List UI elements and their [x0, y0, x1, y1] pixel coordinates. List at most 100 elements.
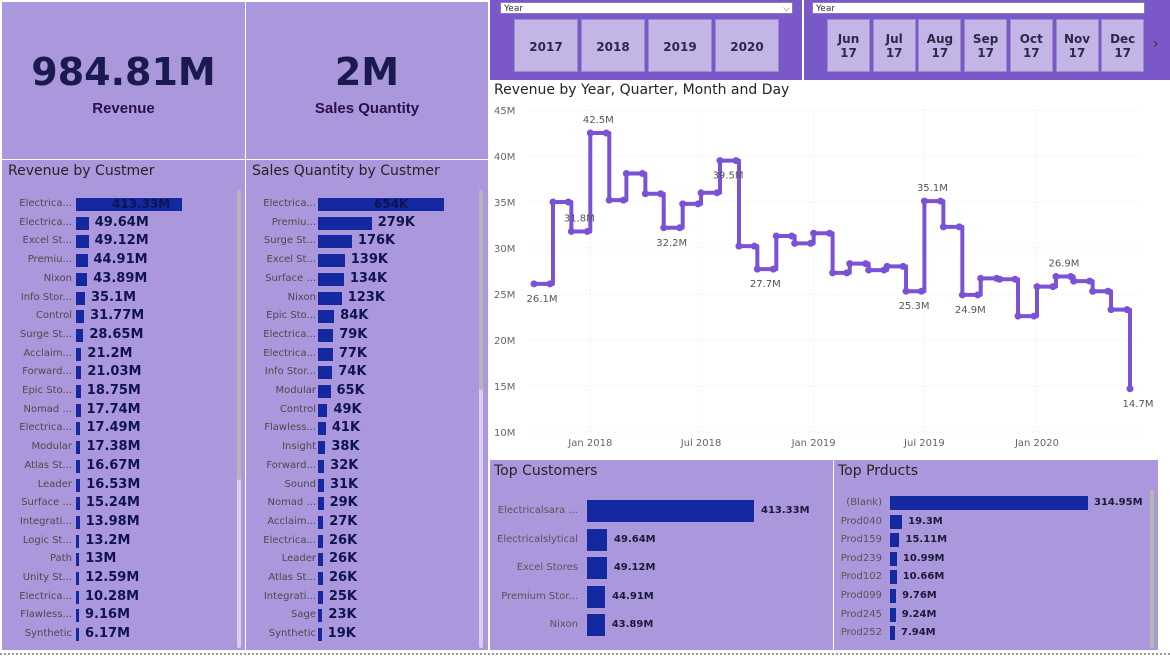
bar[interactable]	[890, 514, 903, 529]
slicer-dropdown[interactable]: Year ⌵	[500, 2, 793, 14]
bar-row[interactable]: Electrica... 77K	[246, 345, 476, 363]
bar-row[interactable]: Electrica... 26K	[246, 532, 476, 550]
bar-row[interactable]: Prod102 10.66M	[838, 569, 1143, 585]
bar[interactable]	[76, 441, 81, 455]
month-tile[interactable]: Jul 17	[872, 19, 916, 72]
bar-row[interactable]: Premiu... 279K	[246, 214, 476, 232]
bar[interactable]	[318, 403, 328, 417]
bar-row[interactable]: Premiu... 44.91M	[2, 251, 232, 269]
bar-row[interactable]: Synthetic 6.17M	[2, 625, 232, 643]
bar-row[interactable]: Excel Stores 49.12M	[490, 557, 833, 579]
bar[interactable]	[587, 557, 607, 579]
bar[interactable]	[890, 570, 897, 585]
bar[interactable]	[318, 254, 345, 268]
bar[interactable]	[318, 478, 324, 492]
bar[interactable]	[318, 553, 323, 567]
bar-row[interactable]: Leader 26K	[246, 550, 476, 568]
month-tile[interactable]: Jun 17	[827, 19, 870, 72]
bar[interactable]	[76, 459, 81, 473]
bar[interactable]	[76, 347, 82, 361]
bar[interactable]	[76, 385, 81, 398]
bar[interactable]	[76, 572, 80, 585]
bar-row[interactable]: Modular 65K	[246, 382, 476, 400]
bar-row[interactable]: Excel St... 49.12M	[2, 232, 232, 250]
bar[interactable]	[76, 515, 80, 529]
bar-row[interactable]: Surge St... 28.65M	[2, 326, 232, 344]
bar[interactable]	[76, 590, 79, 604]
bar-row[interactable]: Surge St... 176K	[246, 232, 476, 250]
bar-row[interactable]: Forward... 21.03M	[2, 363, 232, 381]
bar-row[interactable]: Prod245 9.24M	[838, 607, 1143, 623]
bar[interactable]	[76, 553, 80, 567]
bar[interactable]	[587, 528, 608, 551]
bar-row[interactable]: Sage 23K	[246, 606, 476, 624]
bar-row[interactable]: Logic St... 13.2M	[2, 532, 232, 550]
bar[interactable]	[76, 609, 79, 623]
bar-row[interactable]: Prod159 15.11M	[838, 532, 1143, 548]
bar-row[interactable]: Sound 31K	[246, 476, 476, 494]
bar-row[interactable]: Acclaim... 27K	[246, 513, 476, 531]
scrollbar[interactable]	[479, 190, 483, 648]
bar-row[interactable]: (Blank) 314.95M	[838, 495, 1143, 511]
bar-row[interactable]: Excel St... 139K	[246, 251, 476, 269]
year-tile-2019[interactable]: 2019	[648, 19, 712, 72]
bar[interactable]	[76, 403, 81, 417]
bar[interactable]	[318, 590, 323, 604]
bar-row[interactable]: Info Stor... 74K	[246, 363, 476, 381]
bar-row[interactable]: Nomad ... 17.74M	[2, 401, 232, 419]
bar-row[interactable]: Nixon 43.89M	[2, 270, 232, 288]
bar-row[interactable]: Flawless... 9.16M	[2, 606, 232, 624]
bar-row[interactable]: Prod252 7.94M	[838, 625, 1143, 641]
bar[interactable]	[318, 385, 331, 398]
scrollbar-thumb[interactable]	[1150, 490, 1154, 648]
bar[interactable]	[76, 366, 82, 380]
bar-row[interactable]: Surface ... 15.24M	[2, 494, 232, 512]
bar[interactable]	[76, 422, 81, 436]
bar[interactable]	[76, 328, 84, 342]
bar[interactable]	[76, 216, 89, 230]
scrollbar-thumb[interactable]	[237, 190, 241, 480]
bar[interactable]	[890, 551, 897, 566]
bar[interactable]	[318, 497, 324, 511]
bar[interactable]	[76, 628, 79, 642]
year-tile-2020[interactable]: 2020	[715, 19, 779, 72]
bar-row[interactable]: Flawless... 41K	[246, 419, 476, 437]
bar[interactable]	[318, 366, 333, 380]
bar-row[interactable]: Electrica... 17.49M	[2, 419, 232, 437]
bar-row[interactable]: Prod239 10.99M	[838, 551, 1143, 567]
bar[interactable]	[76, 310, 85, 324]
bar-row[interactable]: Acclaim... 21.2M	[2, 345, 232, 363]
bar-row[interactable]: Synthetic 19K	[246, 625, 476, 643]
bar-row[interactable]: Info Stor... 35.1M	[2, 289, 232, 307]
bar[interactable]	[318, 609, 323, 623]
bar[interactable]	[890, 589, 897, 603]
bar[interactable]	[318, 441, 326, 455]
bar-row[interactable]: Electrica... 654K	[246, 195, 476, 213]
bar[interactable]	[318, 422, 326, 436]
bar-row[interactable]: Nixon 123K	[246, 289, 476, 307]
bar[interactable]	[318, 515, 324, 529]
bar-row[interactable]: Electrica... 413.33M	[2, 195, 232, 213]
bar[interactable]	[76, 497, 80, 511]
month-tile[interactable]: Dec 17	[1101, 19, 1145, 72]
bar[interactable]	[318, 310, 335, 324]
bar-row[interactable]: Integrati... 13.98M	[2, 513, 232, 531]
bar[interactable]	[76, 254, 88, 268]
bar[interactable]	[318, 347, 333, 361]
bar[interactable]	[76, 291, 85, 305]
bar[interactable]	[318, 235, 352, 249]
bar[interactable]	[587, 500, 754, 522]
bar-row[interactable]: Nomad ... 29K	[246, 494, 476, 512]
bar[interactable]	[890, 533, 900, 548]
bar-row[interactable]: Control 31.77M	[2, 307, 232, 325]
month-tile[interactable]: Sep 17	[964, 19, 1008, 72]
bar-row[interactable]: Leader 16.53M	[2, 476, 232, 494]
bar-row[interactable]: Electrica... 49.64M	[2, 214, 232, 232]
bar[interactable]	[587, 585, 606, 608]
bar[interactable]	[890, 496, 1088, 510]
bar-row[interactable]: Epic Sto... 84K	[246, 307, 476, 325]
bar-row[interactable]: Prod099 9.76M	[838, 588, 1143, 604]
bar-row[interactable]: Atlas St... 26K	[246, 569, 476, 587]
bar[interactable]	[318, 572, 323, 585]
bar[interactable]	[318, 291, 342, 305]
